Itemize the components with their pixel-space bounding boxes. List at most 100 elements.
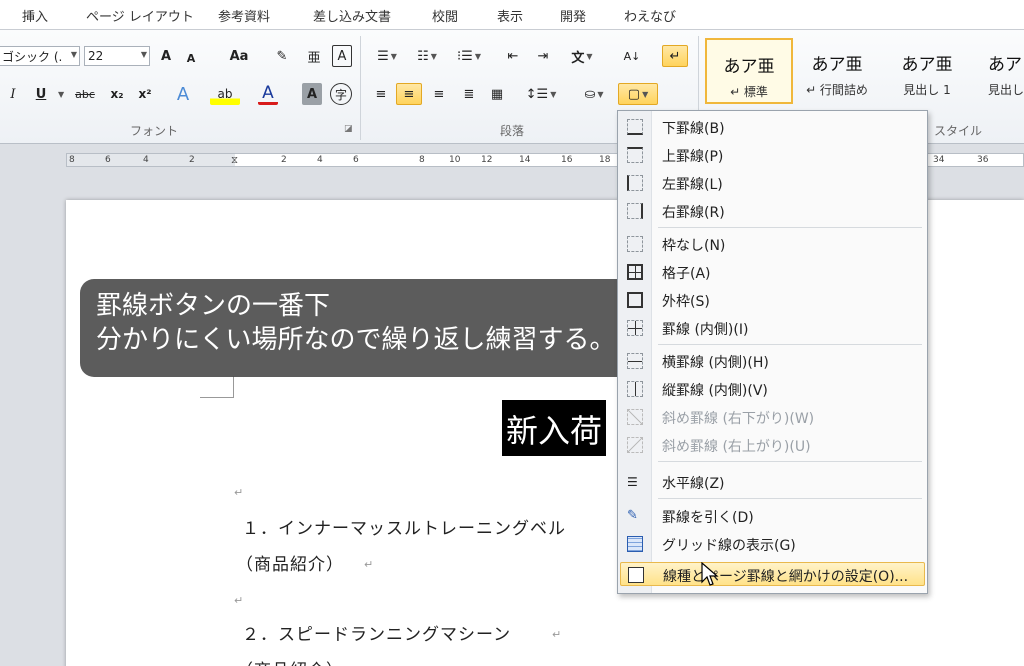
style-name: 見出し 1 (903, 83, 951, 97)
ruler-tick: 4 (143, 155, 149, 165)
tab-references[interactable]: 参考資料 (218, 6, 270, 25)
enclose-char-button[interactable]: 字 (330, 83, 352, 105)
menu-item-view-gridlines[interactable]: グリッド線の表示(G) (620, 532, 925, 556)
style-sample: あア亜 (723, 57, 775, 77)
style-heading-1[interactable]: あア亜 見出し 1 (883, 38, 971, 104)
diagonal-up-border-icon (627, 437, 643, 453)
numbering-icon[interactable]: ☷ ▼ (412, 45, 442, 67)
show-marks-icon[interactable]: ↵ (662, 45, 688, 67)
tab-view[interactable]: 表示 (497, 6, 523, 25)
distributed-icon[interactable]: ▦ (486, 83, 508, 105)
list-item-1-note: （商品紹介） (236, 555, 344, 575)
font-name-value: ゴシック (. (2, 49, 63, 64)
borders-menu: 下罫線(B) 上罫線(P) 左罫線(L) 右罫線(R) 枠なし(N) 格子(A)… (617, 110, 928, 594)
menu-item-label: グリッド線の表示(G) (662, 538, 796, 554)
phonetic-guide-icon[interactable]: 亜 (304, 45, 324, 67)
tab-page-layout[interactable]: ページ レイアウト (86, 6, 194, 25)
style-heading[interactable]: あア 見出し (972, 38, 1024, 104)
menu-item-horizontal-line[interactable]: ☰ 水平線(Z) (620, 470, 925, 494)
chevron-down-icon: ▼ (140, 50, 147, 59)
menu-item-outside-borders[interactable]: 外枠(S) (620, 288, 925, 312)
menu-item-label: 下罫線(B) (662, 121, 725, 137)
char-border-icon[interactable]: A (332, 45, 352, 67)
ribbon-tab-bar: 挿入 ページ レイアウト 参考資料 差し込み文書 校閲 表示 開発 わえなび (0, 0, 1024, 30)
align-center-icon[interactable]: ≡ (396, 83, 422, 105)
ruler-tick: 6 (105, 155, 111, 165)
font-size-combo[interactable]: 22 ▼ (84, 46, 150, 66)
menu-item-borders-and-shading[interactable]: 線種とページ罫線と網かけの設定(O)... (620, 562, 925, 586)
mouse-cursor-icon (701, 562, 719, 586)
change-case-button[interactable]: Aa (222, 45, 256, 67)
ruler-tick: 8 (69, 155, 75, 165)
text-effect-icon[interactable]: A (172, 83, 194, 105)
grow-font-button[interactable]: A (156, 45, 176, 67)
bottom-border-icon (627, 119, 643, 135)
tab-insert[interactable]: 挿入 (22, 6, 48, 25)
superscript-button[interactable]: x² (134, 83, 156, 105)
menu-item-bottom-border[interactable]: 下罫線(B) (620, 115, 925, 139)
menu-item-inside-vertical[interactable]: 縦罫線 (内側)(V) (620, 377, 925, 401)
highlight-color-icon[interactable]: ab (210, 83, 240, 105)
justify-icon[interactable]: ≣ (458, 83, 480, 105)
dialog-launcher-icon[interactable]: ◪ (344, 124, 353, 134)
ruler-tick: 36 (977, 155, 989, 165)
multilevel-list-icon[interactable]: ⁝☰ ▼ (452, 45, 486, 67)
style-sample: あア (988, 55, 1022, 75)
tab-waenavi[interactable]: わえなび (624, 6, 676, 25)
ruler-tick: 16 (561, 155, 573, 165)
menu-item-inside-borders[interactable]: 罫線 (内側)(I) (620, 316, 925, 340)
shrink-font-button[interactable]: A (182, 47, 200, 69)
decrease-indent-icon[interactable]: ⇤ (502, 45, 524, 67)
shading-icon[interactable]: ⛀ ▼ (578, 83, 610, 105)
page-border-icon (628, 567, 644, 583)
font-name-combo[interactable]: ゴシック (. ▼ (0, 46, 80, 66)
ruler-tick: 8 (419, 155, 425, 165)
align-right-icon[interactable]: ≡ (428, 83, 450, 105)
menu-item-label: 縦罫線 (内側)(V) (662, 383, 768, 399)
paragraph-mark: ↵ (234, 594, 244, 607)
style-normal[interactable]: あア亜 ↵ 標準 (705, 38, 793, 104)
ruler-tick: 10 (449, 155, 461, 165)
chevron-down-icon[interactable]: ▼ (58, 90, 64, 99)
char-shading-button[interactable]: A (302, 83, 322, 105)
gridlines-icon (627, 536, 643, 552)
bullets-icon[interactable]: ☰ ▼ (372, 45, 402, 67)
font-color-button[interactable]: A (258, 83, 278, 105)
borders-dropdown-button[interactable]: ▢ ▼ (618, 83, 658, 105)
sort-icon[interactable]: A↓ (620, 45, 644, 67)
menu-separator (658, 344, 922, 345)
style-name: 見出し (988, 83, 1024, 97)
chevron-down-icon: ▼ (70, 50, 77, 59)
all-borders-icon (627, 264, 643, 280)
menu-separator (658, 227, 922, 228)
italic-button[interactable]: I (4, 83, 22, 105)
underline-button[interactable]: U (32, 83, 50, 105)
menu-item-label: 斜め罫線 (右下がり)(W) (662, 411, 815, 427)
tab-developer[interactable]: 開発 (560, 6, 586, 25)
tab-mailings[interactable]: 差し込み文書 (313, 6, 391, 25)
strikethrough-button[interactable]: abc (70, 83, 100, 105)
menu-item-left-border[interactable]: 左罫線(L) (620, 171, 925, 195)
menu-item-all-borders[interactable]: 格子(A) (620, 260, 925, 284)
increase-indent-icon[interactable]: ⇥ (532, 45, 554, 67)
style-no-spacing[interactable]: あア亜 ↵ 行間詰め (793, 38, 881, 104)
document-title: 新入荷 (502, 400, 607, 456)
menu-item-draw-table[interactable]: ✎ 罫線を引く(D) (620, 504, 925, 528)
line-spacing-icon[interactable]: ↕☰ ▼ (524, 83, 558, 105)
menu-item-inside-horizontal[interactable]: 横罫線 (内側)(H) (620, 349, 925, 373)
subscript-button[interactable]: x₂ (106, 83, 128, 105)
tab-review[interactable]: 校閲 (432, 6, 458, 25)
menu-item-top-border[interactable]: 上罫線(P) (620, 143, 925, 167)
menu-item-right-border[interactable]: 右罫線(R) (620, 199, 925, 223)
clear-format-icon[interactable]: ✎ (272, 45, 292, 67)
ruler-tick: 6 (353, 155, 359, 165)
asian-layout-icon[interactable]: 文 ▼ (566, 45, 598, 67)
indent-marker-icon[interactable]: ⧖ (231, 155, 238, 166)
caption-line-1: 罫線ボタンの一番下 (96, 291, 331, 321)
paragraph-mark: ↵ (234, 486, 244, 499)
paragraph-mark: ↵ (552, 628, 562, 641)
menu-separator (658, 498, 922, 499)
menu-item-no-border[interactable]: 枠なし(N) (620, 232, 925, 256)
align-left-icon[interactable]: ≡ (370, 83, 392, 105)
menu-item-label: 上罫線(P) (662, 149, 724, 165)
